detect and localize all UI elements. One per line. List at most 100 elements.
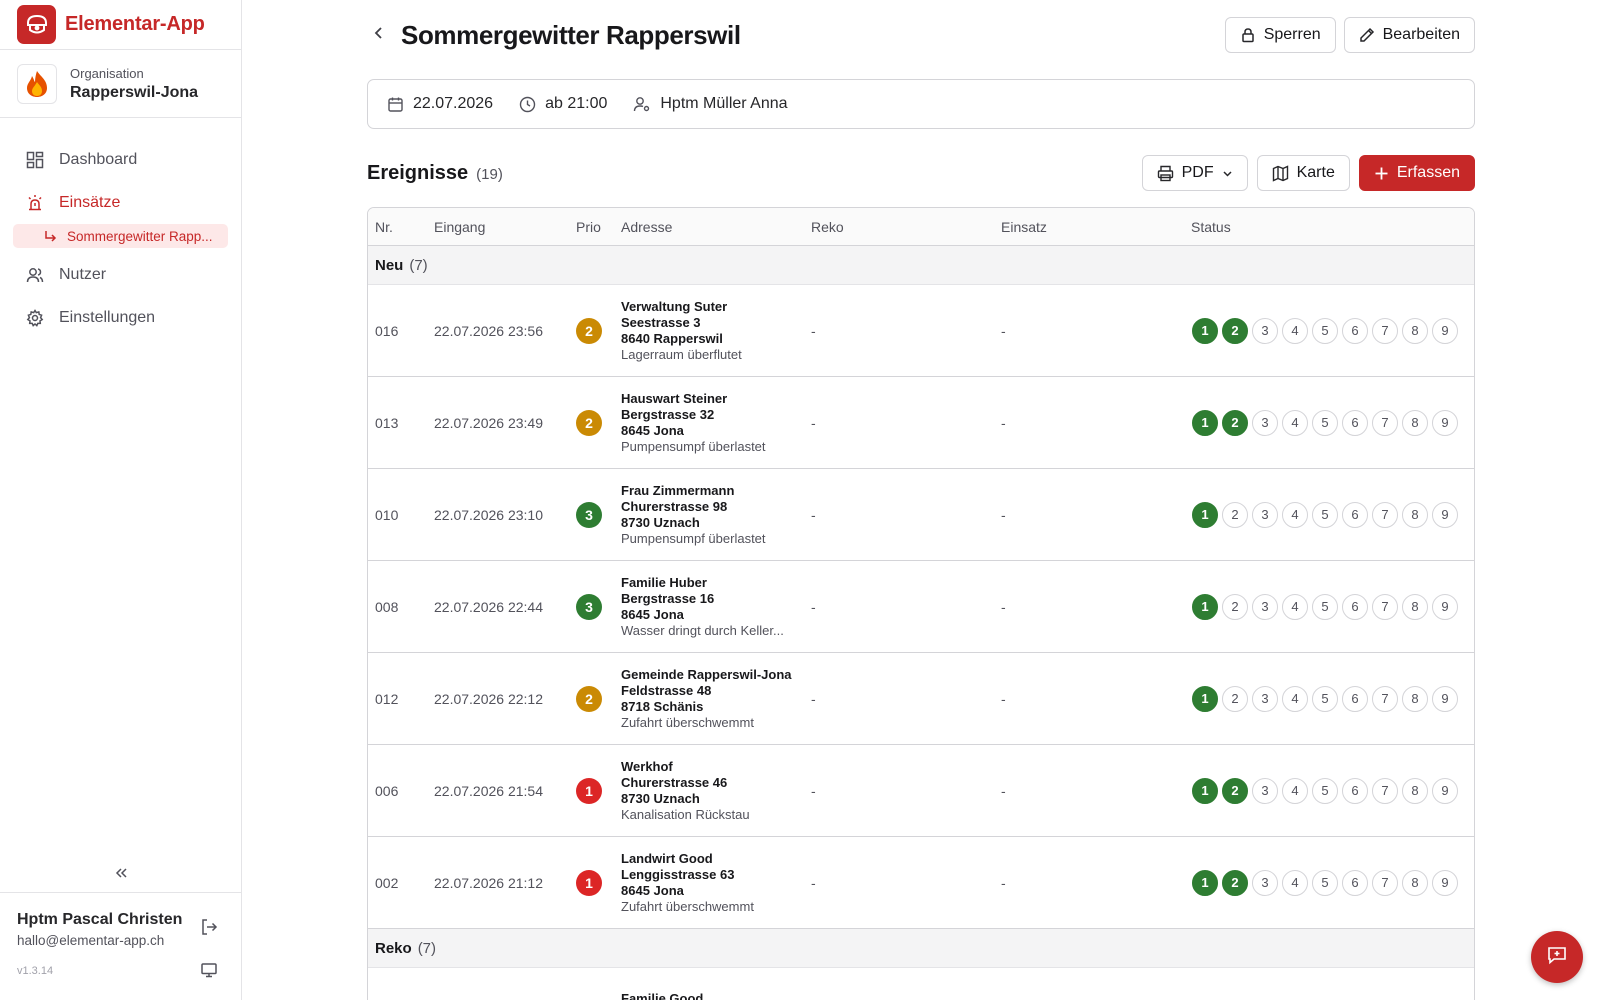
- sidebar-item-einstellungen[interactable]: Einstellungen: [13, 298, 228, 338]
- table-row[interactable]: 016 22.07.2026 23:56 2 Verwaltung Suter Sees…: [368, 285, 1474, 377]
- status-step[interactable]: 4: [1282, 409, 1308, 436]
- table-row[interactable]: 010 22.07.2026 23:10 3 Frau Zimmermann Chure…: [368, 469, 1474, 561]
- status-step[interactable]: 8: [1402, 685, 1428, 712]
- edit-button[interactable]: Bearbeiten: [1343, 17, 1475, 53]
- status-step[interactable]: 5: [1312, 685, 1338, 712]
- status-step[interactable]: 6: [1342, 685, 1368, 712]
- status-step[interactable]: 9: [1432, 869, 1458, 896]
- brand[interactable]: Elementar-App: [0, 0, 241, 50]
- col-eingang[interactable]: Eingang: [428, 219, 573, 235]
- feedback-button[interactable]: [1531, 931, 1583, 983]
- status-step[interactable]: 4: [1282, 317, 1308, 344]
- sidebar-item-label: Einstellungen: [59, 309, 156, 326]
- status-step[interactable]: 6: [1342, 317, 1368, 344]
- status-step[interactable]: 9: [1432, 317, 1458, 344]
- status-step[interactable]: 9: [1432, 501, 1458, 528]
- status-step[interactable]: 1: [1192, 685, 1218, 712]
- status-step[interactable]: 4: [1282, 685, 1308, 712]
- status-step[interactable]: 5: [1312, 593, 1338, 620]
- status-step[interactable]: 8: [1402, 869, 1428, 896]
- col-status[interactable]: Status: [1188, 219, 1474, 235]
- map-button[interactable]: Karte: [1256, 155, 1350, 191]
- status-step[interactable]: 5: [1312, 777, 1338, 804]
- sidebar-item-nutzer[interactable]: Nutzer: [13, 255, 228, 295]
- status-step[interactable]: 5: [1312, 501, 1338, 528]
- status-step[interactable]: 4: [1282, 869, 1308, 896]
- status-step[interactable]: 6: [1342, 501, 1368, 528]
- status-step[interactable]: 1: [1192, 593, 1218, 620]
- status-step[interactable]: 3: [1252, 869, 1278, 896]
- status-step[interactable]: 6: [1342, 869, 1368, 896]
- group-row[interactable]: Neu (7): [368, 246, 1474, 285]
- table-row[interactable]: Familie Good: [368, 968, 1474, 1000]
- status-step[interactable]: 5: [1312, 869, 1338, 896]
- status-step[interactable]: 9: [1432, 409, 1458, 436]
- status-step[interactable]: 4: [1282, 593, 1308, 620]
- status-step[interactable]: 8: [1402, 593, 1428, 620]
- status-step[interactable]: 2: [1222, 593, 1248, 620]
- status-step[interactable]: 2: [1222, 777, 1248, 804]
- lock-button[interactable]: Sperren: [1224, 17, 1336, 53]
- status-step[interactable]: 2: [1222, 501, 1248, 528]
- table-row[interactable]: 008 22.07.2026 22:44 3 Familie Huber Bergstr…: [368, 561, 1474, 653]
- status-step[interactable]: 1: [1192, 409, 1218, 436]
- status-step[interactable]: 3: [1252, 409, 1278, 436]
- col-nr[interactable]: Nr.: [368, 219, 428, 235]
- status-step[interactable]: 1: [1192, 777, 1218, 804]
- status-step[interactable]: 7: [1372, 869, 1398, 896]
- theme-toggle-button[interactable]: [198, 961, 220, 983]
- status-step[interactable]: 4: [1282, 501, 1308, 528]
- status-step[interactable]: 8: [1402, 317, 1428, 344]
- table-row[interactable]: 012 22.07.2026 22:12 2 Gemeinde Rapperswil-…: [368, 653, 1474, 745]
- table-row[interactable]: 013 22.07.2026 23:49 2 Hauswart Steiner Berg…: [368, 377, 1474, 469]
- status-step[interactable]: 7: [1372, 501, 1398, 528]
- col-adresse[interactable]: Adresse: [618, 219, 808, 235]
- status-step[interactable]: 7: [1372, 777, 1398, 804]
- app-title: Elementar-App: [65, 13, 205, 35]
- status-step[interactable]: 3: [1252, 501, 1278, 528]
- status-step[interactable]: 2: [1222, 317, 1248, 344]
- status-step[interactable]: 7: [1372, 317, 1398, 344]
- status-step[interactable]: 2: [1222, 869, 1248, 896]
- status-step[interactable]: 5: [1312, 409, 1338, 436]
- status-step[interactable]: 8: [1402, 777, 1428, 804]
- status-step[interactable]: 2: [1222, 685, 1248, 712]
- sidebar-item-einsaetze[interactable]: Einsätze: [13, 183, 228, 223]
- status-step[interactable]: 9: [1432, 593, 1458, 620]
- status-step[interactable]: 7: [1372, 409, 1398, 436]
- org-switcher[interactable]: Organisation Rapperswil-Jona: [0, 50, 241, 118]
- table-row[interactable]: 006 22.07.2026 21:54 1 Werkhof Churerstrasse…: [368, 745, 1474, 837]
- logout-button[interactable]: [198, 918, 220, 940]
- shield-logo-icon: [17, 5, 56, 44]
- col-einsatz[interactable]: Einsatz: [998, 219, 1188, 235]
- back-button[interactable]: [367, 23, 391, 47]
- status-step[interactable]: 5: [1312, 317, 1338, 344]
- add-event-button[interactable]: Erfassen: [1358, 155, 1475, 191]
- status-step[interactable]: 6: [1342, 777, 1368, 804]
- status-step[interactable]: 4: [1282, 777, 1308, 804]
- status-step[interactable]: 8: [1402, 501, 1428, 528]
- group-row[interactable]: Reko (7): [368, 929, 1474, 968]
- table-row[interactable]: 002 22.07.2026 21:12 1 Landwirt Good Lenggis…: [368, 837, 1474, 929]
- status-step[interactable]: 7: [1372, 593, 1398, 620]
- status-step[interactable]: 1: [1192, 317, 1218, 344]
- sidebar-subitem-event[interactable]: Sommergewitter Rapp...: [13, 224, 228, 248]
- status-step[interactable]: 3: [1252, 685, 1278, 712]
- status-step[interactable]: 3: [1252, 317, 1278, 344]
- status-step[interactable]: 1: [1192, 501, 1218, 528]
- status-step[interactable]: 8: [1402, 409, 1428, 436]
- status-step[interactable]: 3: [1252, 777, 1278, 804]
- status-step[interactable]: 7: [1372, 685, 1398, 712]
- status-step[interactable]: 9: [1432, 685, 1458, 712]
- status-step[interactable]: 6: [1342, 409, 1368, 436]
- col-reko[interactable]: Reko: [808, 219, 998, 235]
- status-step[interactable]: 9: [1432, 777, 1458, 804]
- status-step[interactable]: 1: [1192, 869, 1218, 896]
- collapse-sidebar-button[interactable]: [108, 862, 134, 888]
- col-prio[interactable]: Prio: [573, 219, 618, 235]
- status-step[interactable]: 2: [1222, 409, 1248, 436]
- status-step[interactable]: 3: [1252, 593, 1278, 620]
- sidebar-item-dashboard[interactable]: Dashboard: [13, 140, 228, 180]
- pdf-button[interactable]: PDF: [1141, 155, 1248, 191]
- status-step[interactable]: 6: [1342, 593, 1368, 620]
